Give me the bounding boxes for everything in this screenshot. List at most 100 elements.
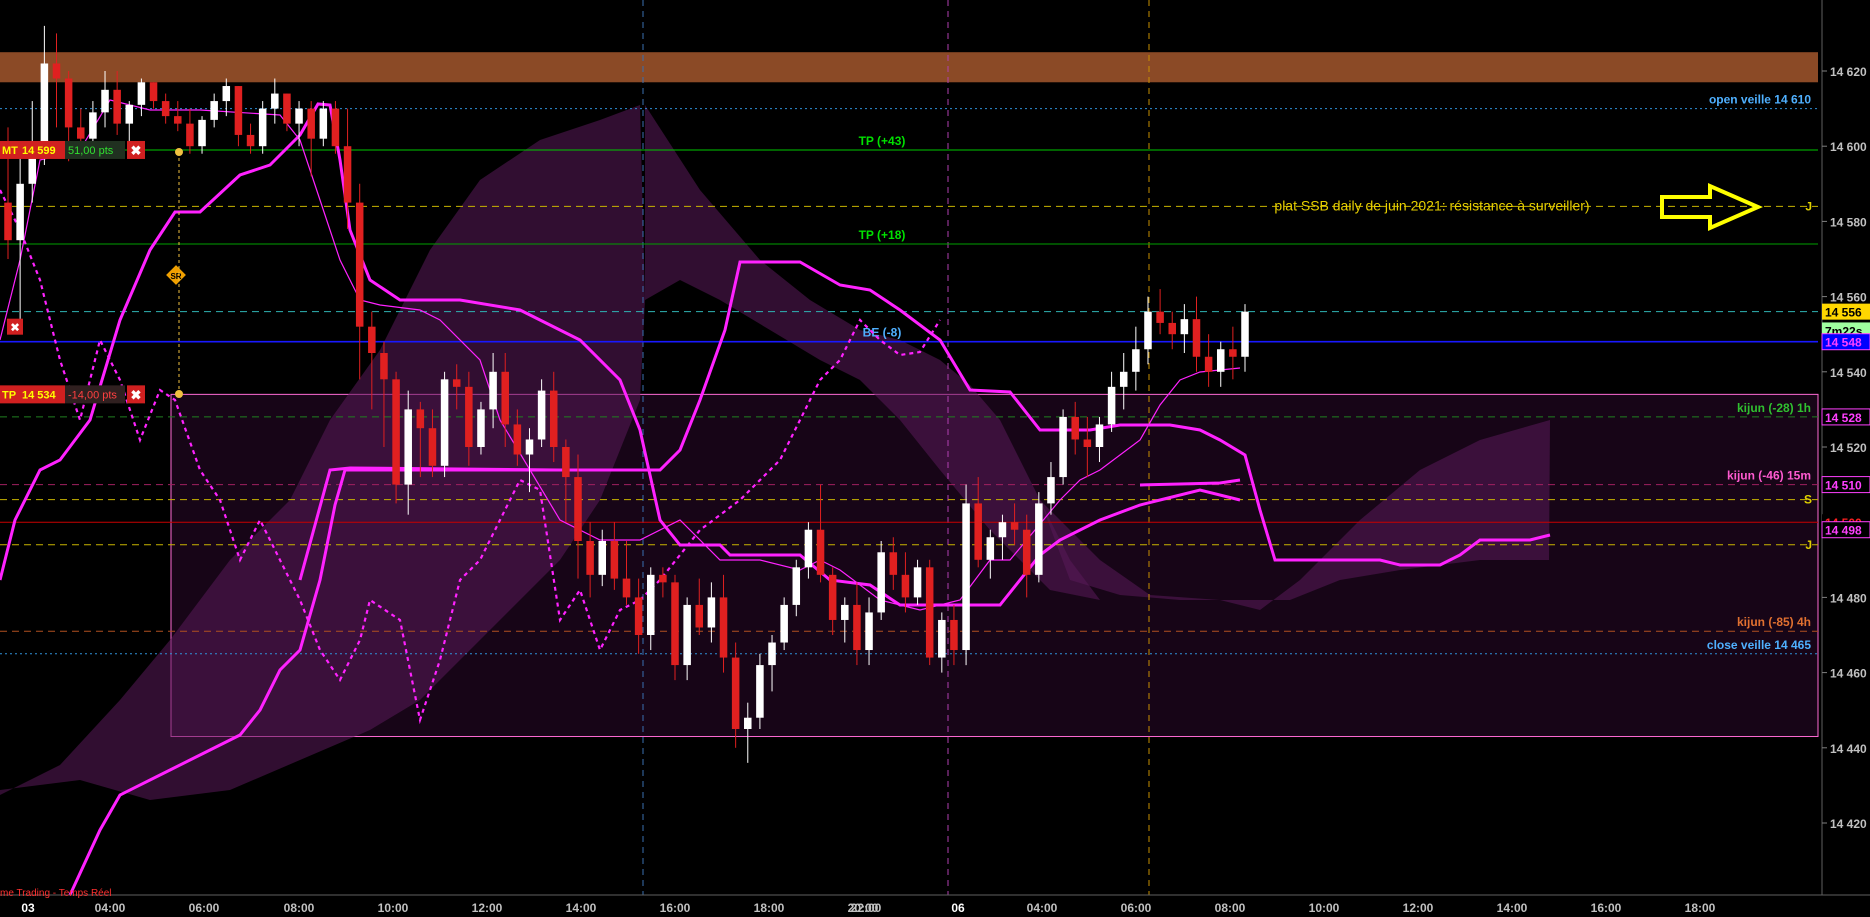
level-label-8: kijun (-28) 1h	[1737, 401, 1811, 415]
candle-body	[1144, 311, 1152, 350]
close-icon: ✖	[131, 143, 142, 158]
candle-body	[319, 108, 328, 139]
candle-body	[598, 541, 607, 575]
candle-body	[756, 665, 764, 718]
candle-body	[646, 574, 655, 635]
candle-body	[1035, 503, 1043, 575]
level-label-1: open veille 14 610	[1709, 93, 1811, 107]
candle-body	[234, 86, 243, 135]
candle-body	[719, 597, 728, 658]
candle-body	[853, 604, 861, 651]
level-tag-10: S	[1804, 493, 1812, 507]
candle-body	[925, 567, 934, 658]
candle-body	[1156, 311, 1164, 323]
candle-body	[271, 93, 279, 109]
candle-body	[938, 619, 946, 658]
time-tick-label: 08:00	[1215, 901, 1246, 915]
order-pts: -14,00 pts	[68, 389, 117, 401]
candle-body	[174, 116, 182, 124]
order-tag-1[interactable]: MT 14 599 51,00 pts ✖	[0, 140, 145, 159]
candle[interactable]	[780, 597, 788, 651]
candle-body	[89, 112, 97, 139]
level-label-4: TP (+18)	[859, 228, 906, 242]
candle-body	[404, 409, 412, 485]
candle[interactable]	[392, 371, 400, 504]
level-label-9: kijun (-46) 15m	[1727, 469, 1811, 483]
candle-body	[634, 597, 643, 635]
candle-body	[428, 428, 437, 466]
candlestick-chart[interactable]: open veille 14 610 TP (+43) J TP (+18) BE (-…	[0, 0, 1870, 917]
candle-body	[331, 108, 340, 147]
candle-body	[501, 371, 509, 425]
candle-body	[452, 379, 461, 387]
candle-body	[343, 146, 352, 203]
candle-body	[1059, 416, 1067, 478]
candle-body	[355, 202, 364, 327]
candle-body	[210, 101, 218, 120]
candle[interactable]	[331, 101, 340, 154]
candle[interactable]	[1035, 492, 1043, 583]
candle[interactable]	[756, 653, 764, 729]
candle-body	[489, 371, 497, 410]
price-tick-label: 14 580	[1830, 215, 1867, 229]
candle-body	[889, 552, 898, 575]
resistance-zone	[0, 52, 1818, 83]
candle-body	[707, 597, 716, 628]
candle-body	[16, 183, 24, 241]
candle[interactable]	[671, 574, 679, 681]
candle-body	[865, 612, 873, 651]
level-label-13: kijun (-85) 4h	[1737, 615, 1811, 629]
time-tick-label: 22:00	[851, 901, 882, 915]
candle-body	[1216, 349, 1225, 372]
candle-body	[513, 424, 522, 455]
time-tick-label: 06:00	[1121, 901, 1152, 915]
time-tick-label: 04:00	[1027, 901, 1058, 915]
candle-body	[901, 574, 910, 598]
candle-body	[307, 108, 315, 139]
candle-body	[622, 578, 631, 598]
resistance-annotation: plat SSB daily de juin 2021: résistance …	[1274, 197, 1589, 213]
time-tick-label: 18:00	[1685, 901, 1716, 915]
candle-body	[877, 552, 885, 613]
candle-body	[1083, 439, 1092, 447]
price-tag: 14 548	[1825, 336, 1862, 350]
level-label-2: TP (+43)	[859, 134, 906, 148]
level-label-14: close veille 14 465	[1707, 638, 1811, 652]
candle[interactable]	[440, 371, 449, 478]
price-tag: 14 556	[1825, 306, 1862, 320]
close-icon: ✖	[131, 387, 142, 402]
candle-body	[1047, 477, 1055, 504]
price-tick-label: 14 480	[1830, 591, 1867, 605]
candle[interactable]	[258, 101, 267, 154]
sr-marker-label: SR	[170, 272, 181, 281]
candle[interactable]	[1059, 409, 1067, 485]
time-tick-label: 04:00	[95, 901, 126, 915]
candle-body	[1132, 349, 1140, 372]
candle-body	[537, 390, 546, 440]
candle-body	[998, 522, 1007, 538]
candle-body	[1192, 319, 1201, 357]
candle-body	[125, 104, 134, 124]
candle-body	[222, 86, 231, 102]
candle[interactable]	[877, 541, 885, 620]
candle[interactable]	[962, 484, 970, 666]
candle-body	[804, 529, 813, 568]
candle-body	[841, 604, 849, 620]
price-tick-label: 14 520	[1830, 441, 1867, 455]
candle[interactable]	[925, 559, 934, 666]
candle-body	[792, 567, 801, 605]
candle-body	[77, 127, 85, 139]
candle-body	[731, 657, 740, 729]
price-tick-label: 14 620	[1830, 65, 1867, 79]
price-tick-label: 14 440	[1830, 742, 1867, 756]
order-tag-2[interactable]: TP 14 534 -14,00 pts ✖	[0, 385, 145, 404]
price-tick-label: 14 600	[1830, 140, 1867, 154]
price-tick-label: 14 420	[1830, 817, 1867, 831]
candle-body	[186, 123, 194, 147]
candle-body	[137, 82, 146, 105]
candle[interactable]	[477, 401, 485, 455]
candle-body	[610, 541, 619, 579]
candle-body	[1241, 311, 1249, 357]
candle-body	[40, 63, 49, 154]
time-tick-label: 06	[951, 901, 965, 915]
